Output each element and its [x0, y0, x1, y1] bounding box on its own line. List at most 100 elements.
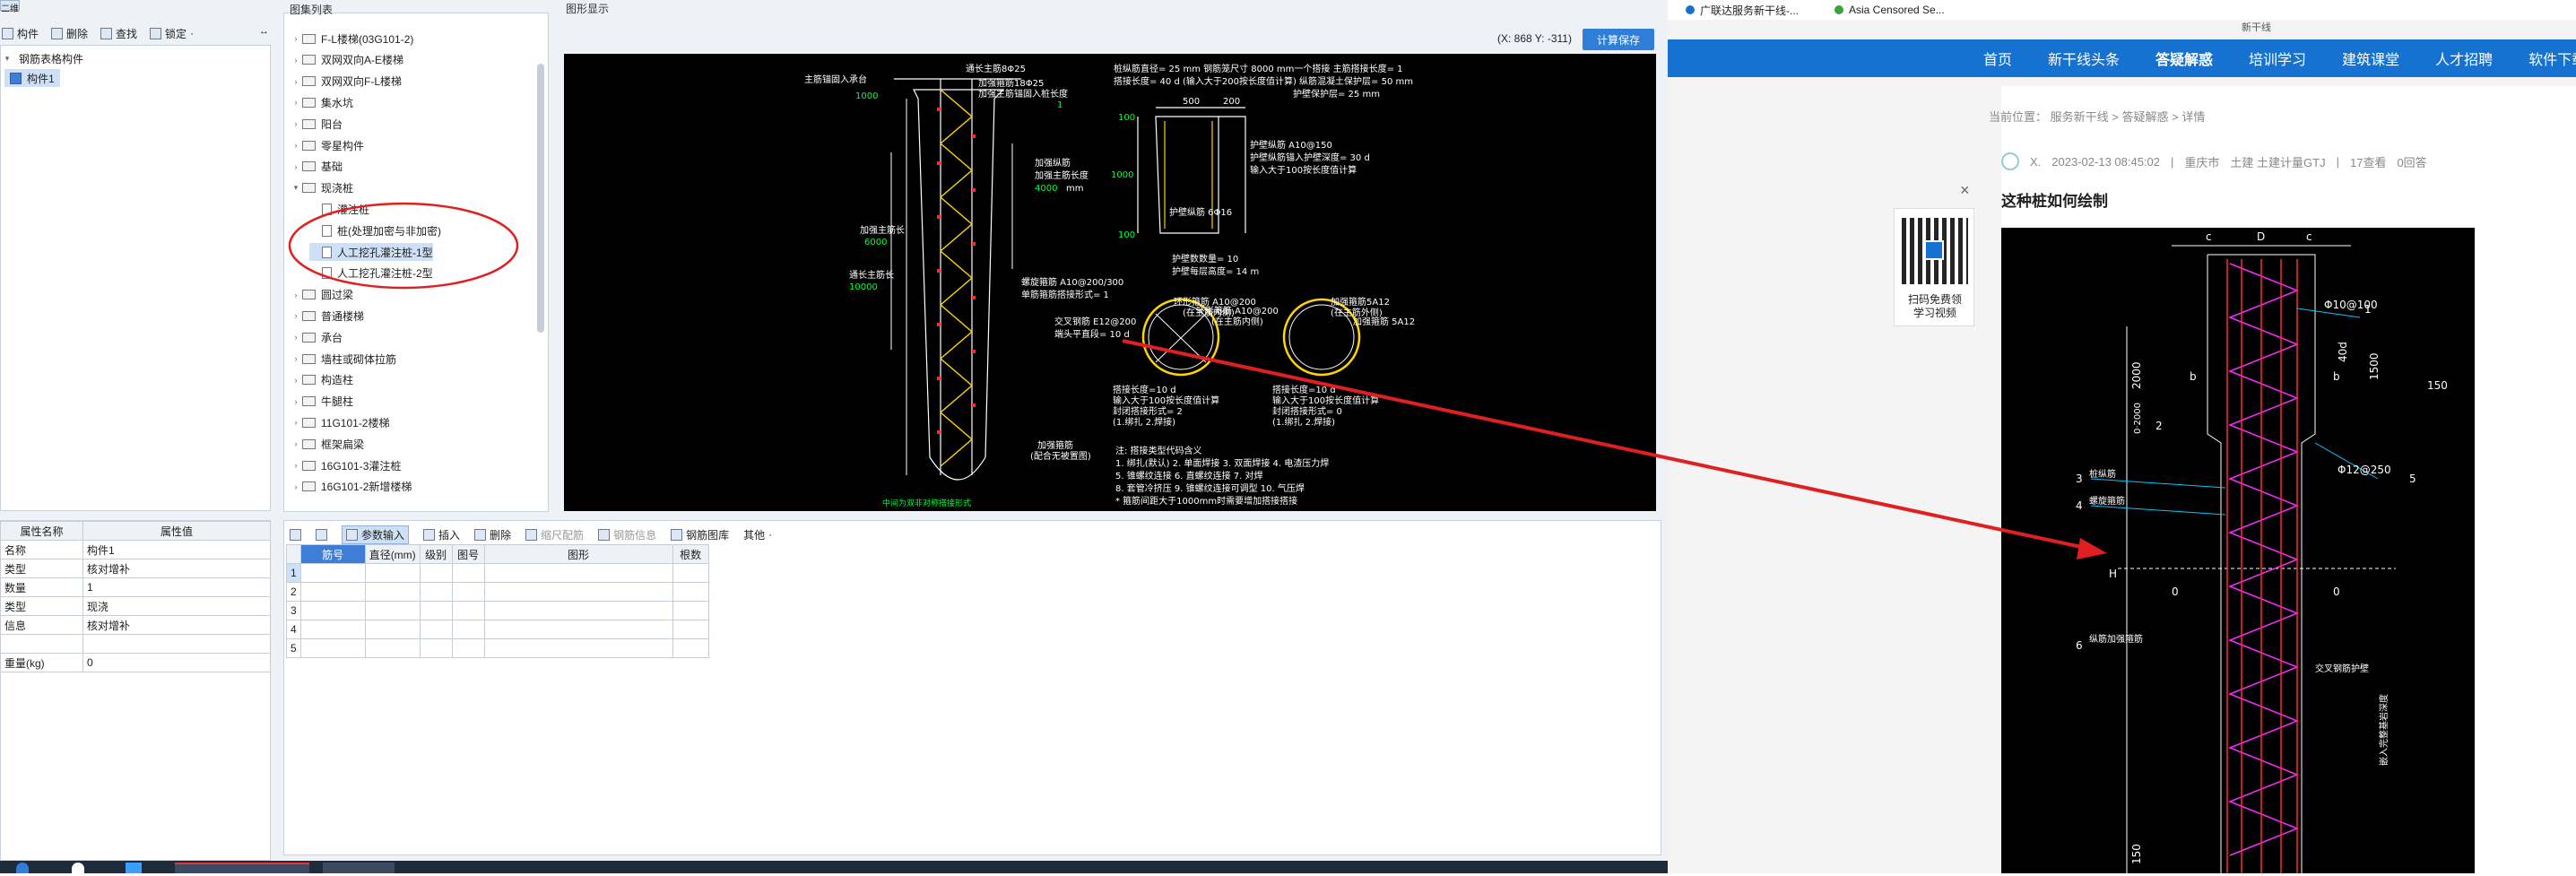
prop-value[interactable]: 现浇: [82, 596, 271, 616]
tree-item[interactable]: › 普通楼梯: [290, 307, 365, 325]
table-row[interactable]: 2: [286, 582, 709, 602]
chevron-right-icon[interactable]: ›: [290, 98, 302, 107]
table-cell[interactable]: [419, 563, 453, 583]
tree-item[interactable]: › 基础: [290, 158, 343, 176]
question-image[interactable]: c D c 2000 1500 40d 150 b b Φ10@100 1 2 …: [2001, 228, 2475, 873]
view-2d-tab[interactable]: 二维: [0, 0, 20, 14]
nav-classroom[interactable]: 建筑课堂: [2342, 48, 2399, 69]
delete-button[interactable]: 删除: [51, 26, 88, 41]
chevron-right-icon[interactable]: ›: [290, 482, 302, 491]
table-cell[interactable]: [419, 582, 453, 602]
cad-drawing-canvas[interactable]: 主筋锚固入承台 1000 通长主筋8Φ25 加强箍筋18Φ25 加强主筋锚固入桩…: [564, 54, 1656, 511]
chevron-right-icon[interactable]: ›: [290, 119, 302, 128]
lock-button[interactable]: 锁定 ·: [150, 26, 194, 41]
browser-tab[interactable]: 广联达服务新干线-...: [1686, 3, 1799, 18]
tree-item[interactable]: › F-L楼梯(03G101-2): [290, 30, 414, 48]
table-cell[interactable]: [483, 620, 673, 639]
table-cell[interactable]: [483, 563, 673, 583]
nav-home[interactable]: 首页: [1983, 48, 2012, 69]
table-row[interactable]: 1: [286, 563, 709, 583]
prop-value[interactable]: 构件1: [82, 540, 271, 559]
table-row[interactable]: 4: [286, 620, 709, 639]
nav-qa[interactable]: 答疑解惑: [2155, 48, 2213, 69]
taskbar-app-button[interactable]: [323, 863, 395, 873]
table-cell[interactable]: [672, 620, 709, 639]
chevron-right-icon[interactable]: ›: [290, 77, 302, 86]
tree-item[interactable]: › 集水坑: [290, 93, 354, 111]
tree-item[interactable]: › 11G101-2楼梯: [290, 413, 390, 431]
table-cell[interactable]: [299, 563, 366, 583]
table-row[interactable]: 重量(kg) 0: [0, 653, 271, 672]
tree-item[interactable]: › 构造柱: [290, 371, 354, 389]
table-row[interactable]: 类型 核对增补: [0, 559, 271, 578]
rebar-info-button[interactable]: 钢筋信息: [598, 527, 656, 542]
table-cell[interactable]: [451, 638, 485, 658]
calculate-save-button[interactable]: 计算保存: [1583, 29, 1654, 50]
table-cell[interactable]: [451, 601, 485, 620]
table-row[interactable]: [0, 634, 271, 654]
table-cell[interactable]: [299, 601, 366, 620]
table-cell[interactable]: [672, 563, 709, 583]
find-button[interactable]: 查找: [100, 26, 137, 41]
table-cell[interactable]: [483, 601, 673, 620]
tree-item[interactable]: › 阳台: [290, 115, 343, 133]
table-cell[interactable]: [364, 601, 421, 620]
tree-item[interactable]: › 双网双向A-E楼梯: [290, 51, 404, 69]
table-cell[interactable]: [364, 638, 421, 658]
tree-item[interactable]: › 墙柱或砌体拉筋: [290, 350, 397, 368]
chevron-right-icon[interactable]: ›: [290, 354, 302, 363]
nav-prev-button[interactable]: [316, 528, 327, 541]
prop-value[interactable]: 核对增补: [82, 559, 271, 578]
taskbar-app-button[interactable]: [175, 863, 309, 873]
tree-item[interactable]: › 双网双向F-L楼梯: [290, 73, 403, 91]
chevron-right-icon[interactable]: ›: [290, 333, 302, 342]
nav-training[interactable]: 培训学习: [2249, 48, 2306, 69]
table-cell[interactable]: [451, 582, 485, 602]
browser-tab[interactable]: Asia Censored Se...: [1834, 4, 1945, 16]
table-cell[interactable]: [419, 620, 453, 639]
software-tag[interactable]: 土建 土建计量GTJ: [2230, 153, 2325, 170]
chevron-right-icon[interactable]: ›: [290, 461, 302, 470]
tree-item[interactable]: › 牛腿柱: [290, 393, 354, 411]
table-cell[interactable]: [483, 638, 673, 658]
nav-headlines[interactable]: 新干线头条: [2048, 48, 2120, 69]
collapse-panel-button[interactable]: ↔: [259, 26, 269, 37]
prop-value[interactable]: 0: [82, 653, 271, 672]
table-cell[interactable]: [364, 620, 421, 639]
author-name[interactable]: X.: [2030, 155, 2041, 169]
nav-download[interactable]: 软件下载: [2528, 48, 2576, 69]
table-cell[interactable]: [483, 582, 673, 602]
nav-first-button[interactable]: [290, 528, 301, 541]
other-menu-button[interactable]: 其他 ·: [743, 527, 772, 542]
rebar-library-button[interactable]: 钢筋图库: [671, 527, 729, 542]
table-row[interactable]: 类型 现浇: [0, 596, 271, 616]
delete-rebar-button[interactable]: 删除: [474, 527, 511, 542]
nav-jobs[interactable]: 人才招聘: [2435, 48, 2493, 69]
taskbar-app-icon[interactable]: [126, 863, 142, 873]
chevron-right-icon[interactable]: ›: [290, 141, 302, 150]
prop-value[interactable]: 核对增补: [82, 615, 271, 635]
chevron-right-icon[interactable]: ›: [290, 311, 302, 320]
table-row[interactable]: 名称 构件1: [0, 540, 271, 559]
breadcrumb-link[interactable]: 答疑解惑: [2122, 110, 2169, 124]
table-cell[interactable]: [672, 582, 709, 602]
tree-item-component1[interactable]: 构件1: [4, 69, 60, 87]
table-cell[interactable]: [299, 582, 366, 602]
avatar[interactable]: [2001, 152, 2019, 170]
table-cell[interactable]: [364, 582, 421, 602]
close-icon[interactable]: ×: [1960, 181, 1970, 200]
table-cell[interactable]: [451, 620, 485, 639]
table-row[interactable]: 数量 1: [0, 577, 271, 597]
table-cell[interactable]: [672, 601, 709, 620]
component-button[interactable]: 构件: [2, 26, 39, 41]
param-input-button[interactable]: 参数输入: [342, 525, 410, 544]
table-cell[interactable]: [364, 563, 421, 583]
table-row[interactable]: 信息 核对增补: [0, 615, 271, 635]
chevron-right-icon[interactable]: ›: [290, 439, 302, 448]
tree-item[interactable]: › 零星构件: [290, 136, 365, 154]
chevron-right-icon[interactable]: ›: [290, 397, 302, 406]
tree-item[interactable]: › 16G101-3灌注桩: [290, 456, 402, 474]
chevron-right-icon[interactable]: ›: [290, 376, 302, 385]
prop-value[interactable]: [82, 634, 271, 654]
taskbar-app-icon[interactable]: [16, 863, 29, 873]
